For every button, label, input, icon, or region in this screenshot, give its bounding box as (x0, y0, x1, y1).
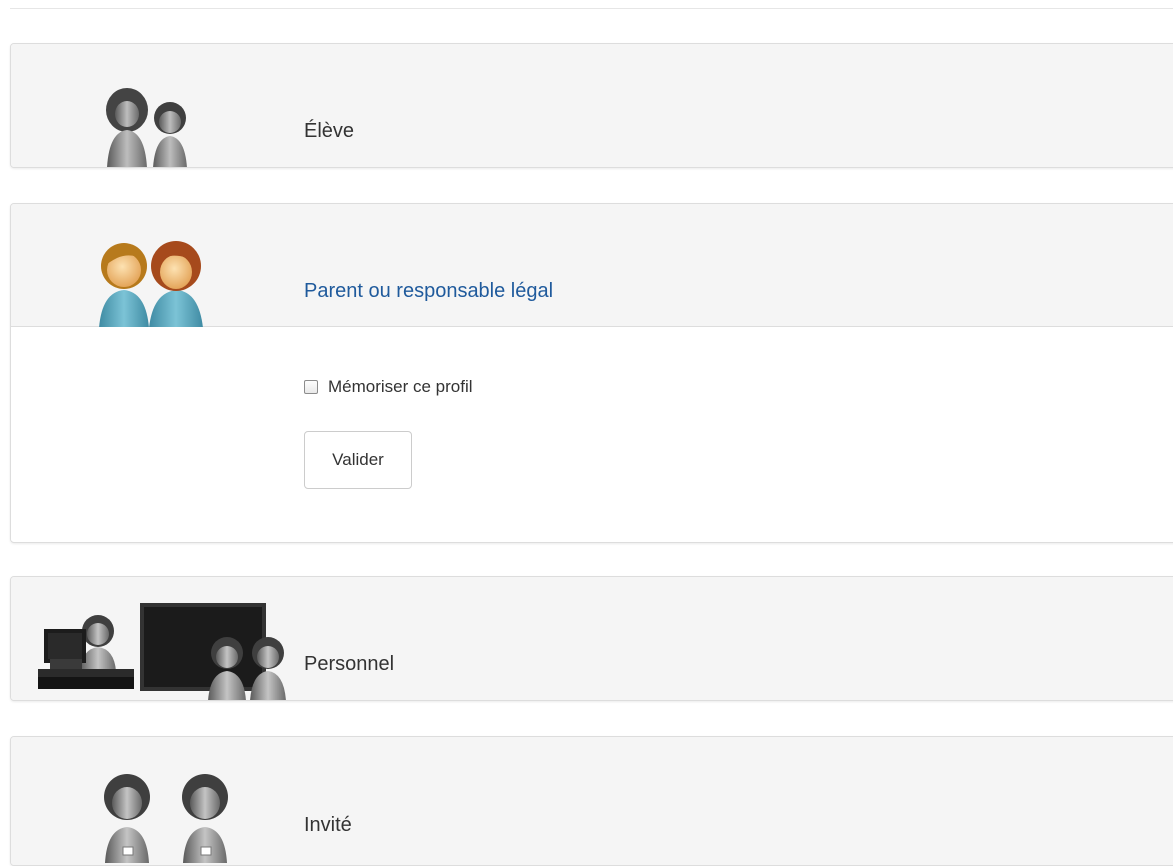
parents-icon (99, 241, 203, 328)
remember-profile-option[interactable]: Mémoriser ce profil (304, 377, 473, 397)
students-icon (106, 88, 187, 167)
profile-panel-personnel[interactable]: Personnel (10, 576, 1173, 701)
remember-profile-label: Mémoriser ce profil (328, 377, 473, 396)
guests-icon (104, 774, 228, 863)
remember-profile-checkbox[interactable] (304, 380, 318, 394)
profile-body-parent: Mémoriser ce profil Valider (11, 327, 1173, 541)
submit-button[interactable]: Valider (304, 431, 412, 489)
staff-icon (38, 603, 286, 700)
profile-panel-eleve[interactable]: Élève (10, 43, 1173, 168)
profile-header-personnel[interactable]: Personnel (11, 577, 1173, 700)
profile-label-personnel: Personnel (304, 653, 395, 675)
profile-header-invite[interactable]: Invité (11, 737, 1173, 865)
profile-panel-parent[interactable]: Parent ou responsable légal Mémoriser ce… (10, 203, 1173, 543)
profile-label-eleve: Élève (304, 120, 355, 142)
profile-panel-invite[interactable]: Invité (10, 736, 1173, 866)
profile-label-invite: Invité (304, 814, 352, 836)
top-divider (10, 0, 1173, 9)
profile-label-parent: Parent ou responsable légal (304, 280, 554, 302)
profile-header-parent[interactable]: Parent ou responsable légal (11, 204, 1173, 328)
profile-header-eleve[interactable]: Élève (11, 44, 1173, 167)
